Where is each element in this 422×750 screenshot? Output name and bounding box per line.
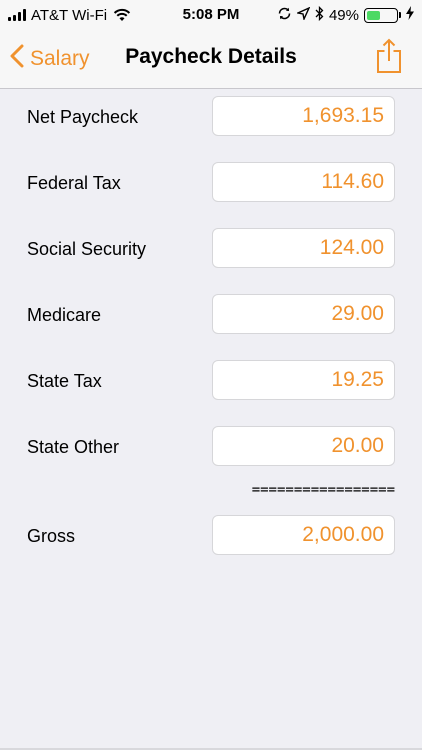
row-state-tax: State Tax 19.25 <box>0 360 422 402</box>
federal-tax-field[interactable]: 114.60 <box>212 162 395 202</box>
row-net-paycheck: Net Paycheck 1,693.15 <box>0 96 422 138</box>
medicare-field[interactable]: 29.00 <box>212 294 395 334</box>
row-federal-tax: Federal Tax 114.60 <box>0 162 422 204</box>
net-paycheck-field[interactable]: 1,693.15 <box>212 96 395 136</box>
social-security-label: Social Security <box>27 239 147 259</box>
share-button[interactable] <box>376 38 402 79</box>
state-tax-label: State Tax <box>27 371 102 391</box>
sync-icon <box>277 6 292 25</box>
page-title: Paycheck Details <box>125 45 297 68</box>
navigation-bar: Salary Paycheck Details <box>0 30 422 89</box>
share-icon <box>376 38 402 78</box>
charging-bolt-icon <box>406 6 414 24</box>
row-state-other: State Other 20.00 <box>0 426 422 468</box>
state-other-field[interactable]: 20.00 <box>212 426 395 466</box>
social-security-field[interactable]: 124.00 <box>212 228 395 268</box>
gross-label: Gross <box>27 526 76 546</box>
row-medicare: Medicare 29.00 <box>0 294 422 336</box>
net-paycheck-label: Net Paycheck <box>27 107 139 127</box>
gross-field[interactable]: 2,000.00 <box>212 515 395 555</box>
medicare-label: Medicare <box>27 305 102 325</box>
battery-tip <box>399 12 401 18</box>
bluetooth-icon <box>315 5 324 25</box>
battery-icon <box>364 7 398 23</box>
federal-tax-label: Federal Tax <box>27 173 121 193</box>
status-bar-right: 49% <box>277 5 414 25</box>
battery-percent: 49% <box>328 6 359 24</box>
row-social-security: Social Security 124.00 <box>0 228 422 270</box>
total-separator: ================= <box>251 482 395 498</box>
state-other-label: State Other <box>27 437 120 457</box>
row-gross: Gross 2,000.00 <box>0 515 422 557</box>
location-arrow-icon <box>295 6 311 24</box>
status-bar: AT&T Wi-Fi 5:08 PM 49% <box>0 0 422 30</box>
state-tax-field[interactable]: 19.25 <box>212 360 395 400</box>
